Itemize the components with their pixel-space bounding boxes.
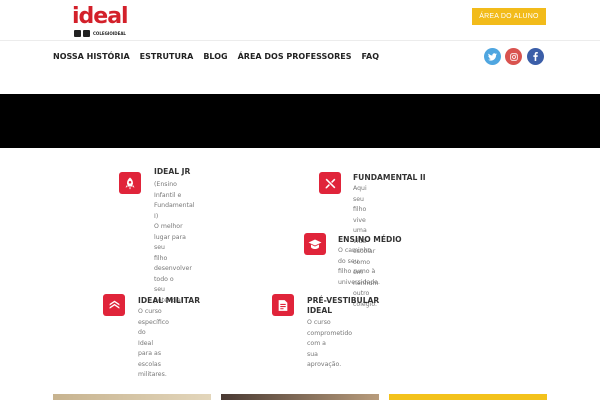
rocket-icon	[119, 172, 141, 194]
thumbnail-image[interactable]	[221, 394, 379, 400]
area-do-aluno-button[interactable]: ÁREA DO ALUNO	[472, 8, 546, 25]
thumbnail-image[interactable]	[389, 394, 547, 400]
chevron-rank-icon	[103, 294, 125, 316]
logo-wordmark: ideal	[72, 4, 129, 29]
twitter-icon[interactable]	[484, 48, 501, 65]
document-edit-icon	[272, 294, 294, 316]
nav-item-area-professores[interactable]: ÁREA DOS PROFESSORES	[238, 52, 352, 61]
feature-description: O curso específico do Ideal para as esco…	[138, 308, 169, 378]
instagram-mini-icon	[74, 30, 81, 37]
facebook-mini-icon	[83, 30, 90, 37]
pencil-ruler-icon	[319, 172, 341, 194]
nav-item-nossa-historia[interactable]: NOSSA HISTÓRIA	[53, 52, 130, 61]
feature-title: ENSINO MÉDIO	[338, 235, 402, 244]
instagram-icon[interactable]	[505, 48, 522, 65]
feature-title: IDEAL MILITAR	[138, 296, 201, 305]
main-nav: NOSSA HISTÓRIA ESTRUTURA BLOG ÁREA DOS P…	[53, 52, 379, 61]
feature-title: PRÉ-VESTIBULAR IDEAL	[307, 296, 380, 315]
logo[interactable]: ideal COLEGIOIDEAL	[72, 4, 129, 38]
graduation-cap-icon	[304, 233, 326, 255]
header-divider	[0, 40, 600, 41]
facebook-icon[interactable]	[527, 48, 544, 65]
hero-banner	[0, 94, 600, 148]
logo-handle: COLEGIOIDEAL	[93, 31, 126, 36]
nav-item-blog[interactable]: BLOG	[203, 52, 227, 61]
nav-item-faq[interactable]: FAQ	[361, 52, 379, 61]
feature-title: IDEAL JR	[154, 167, 191, 176]
feature-description: (Ensino Infantil e Fundamental I) O melh…	[154, 181, 195, 304]
logo-social-line: COLEGIOIDEAL	[74, 30, 126, 37]
feature-title: FUNDAMENTAL II	[353, 173, 426, 182]
thumbnail-image[interactable]	[53, 394, 211, 400]
feature-description: O caminho do seu filho rumo à universida…	[338, 247, 380, 286]
feature-description: O curso comprometido com a sua aprovação…	[307, 319, 353, 368]
nav-item-estrutura[interactable]: ESTRUTURA	[140, 52, 194, 61]
